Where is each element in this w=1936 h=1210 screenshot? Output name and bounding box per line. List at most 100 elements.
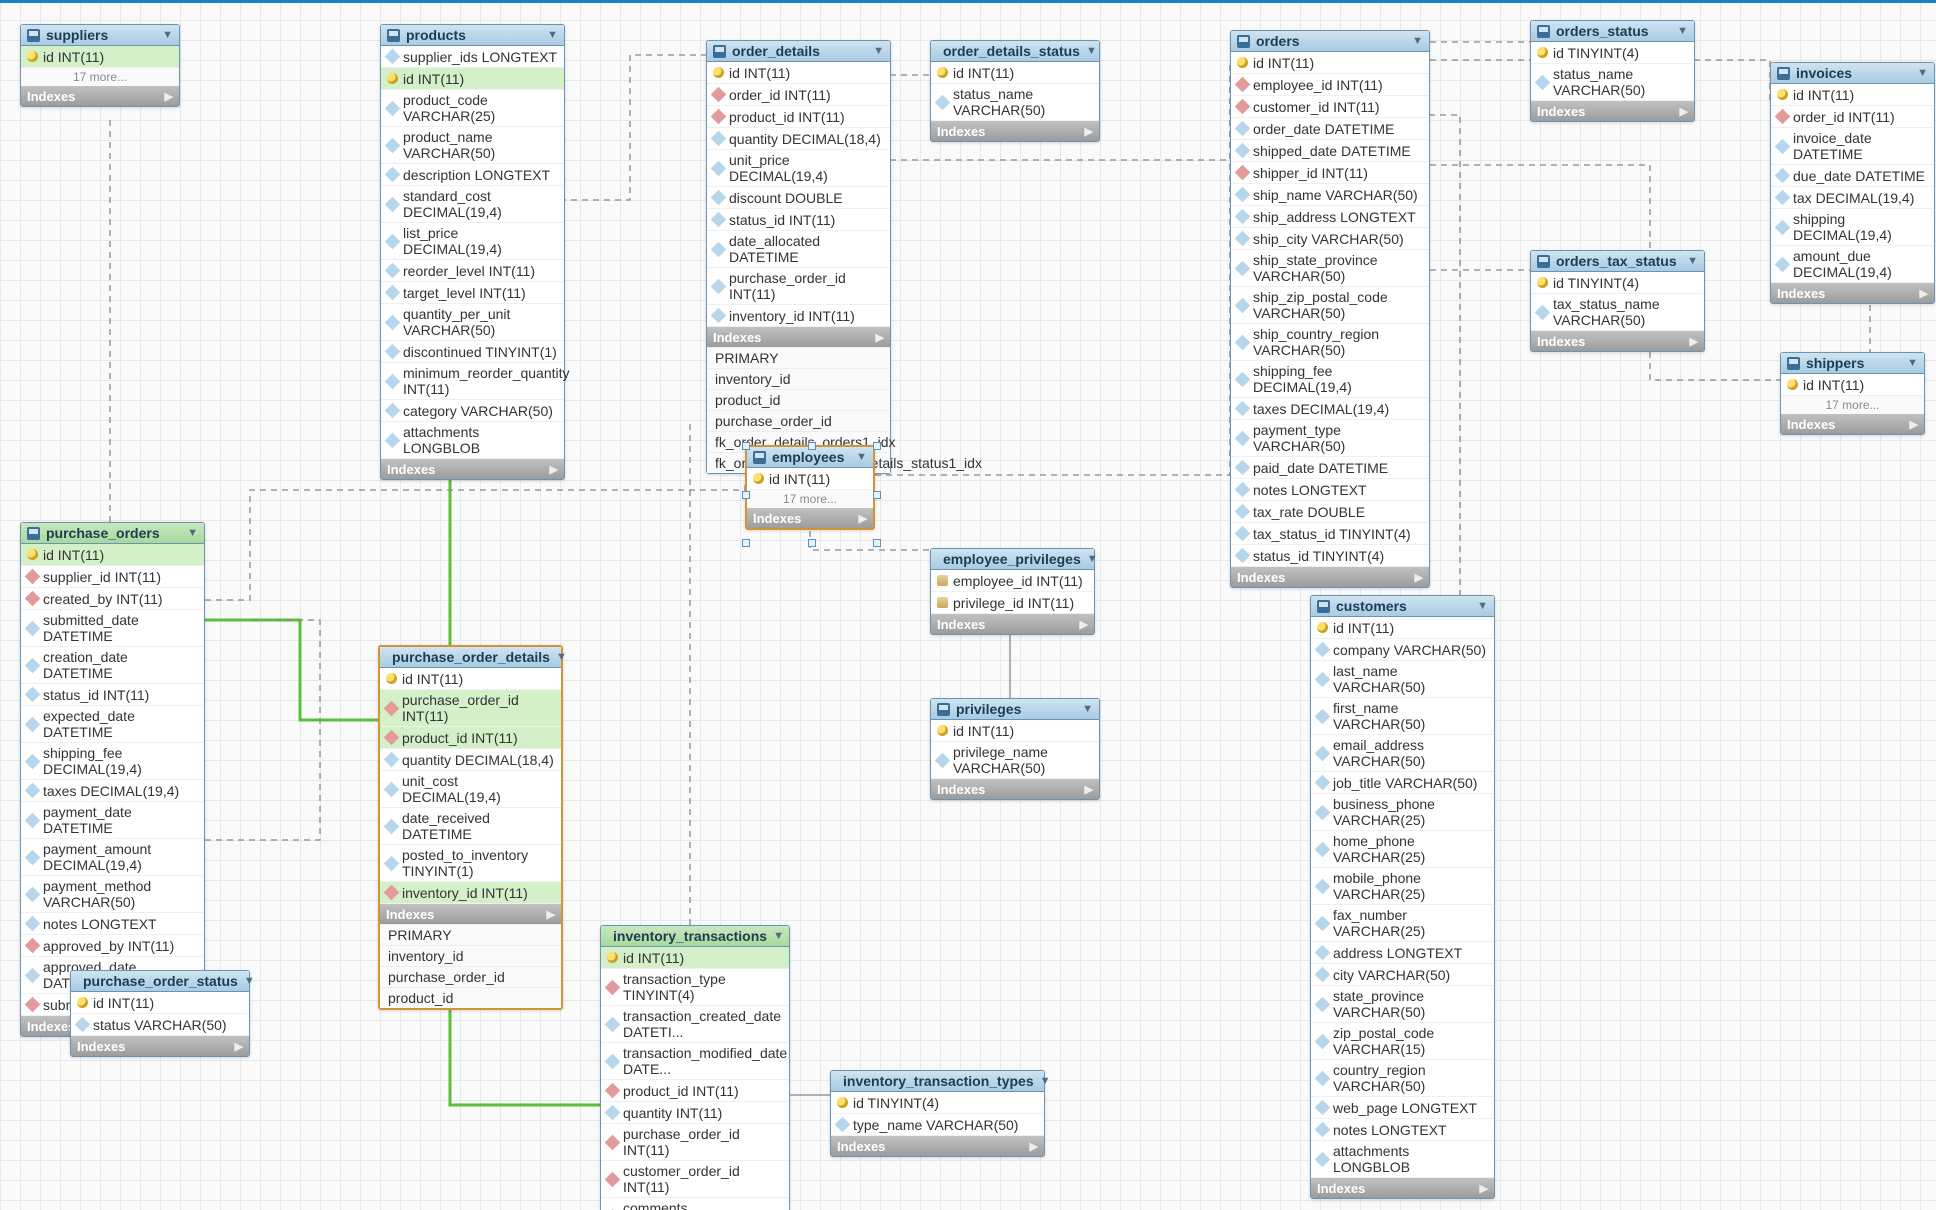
column-row[interactable]: ship_zip_postal_code VARCHAR(50) <box>1231 287 1429 324</box>
collapse-arrow-icon[interactable]: ▼ <box>1040 1075 1051 1087</box>
column-row[interactable]: id INT(11) <box>601 947 789 969</box>
more-columns-label[interactable]: 17 more... <box>21 68 179 86</box>
column-row[interactable]: inventory_id INT(11) <box>380 882 561 904</box>
collapse-arrow-icon[interactable]: ▼ <box>547 29 558 41</box>
column-row[interactable]: status_id TINYINT(4) <box>1231 545 1429 567</box>
indexes-header[interactable]: Indexes▶ <box>381 459 564 479</box>
column-row[interactable]: transaction_modified_date DATE... <box>601 1043 789 1080</box>
table-invoices[interactable]: invoices▼id INT(11)order_id INT(11)invoi… <box>1770 62 1935 304</box>
column-row[interactable]: shipping DECIMAL(19,4) <box>1771 209 1934 246</box>
column-row[interactable]: submitted_date DATETIME <box>21 610 204 647</box>
column-row[interactable]: id INT(11) <box>21 46 179 68</box>
column-row[interactable]: customer_id INT(11) <box>1231 96 1429 118</box>
collapse-arrow-icon[interactable]: ▼ <box>1687 255 1698 267</box>
column-row[interactable]: supplier_id INT(11) <box>21 566 204 588</box>
expand-arrow-icon[interactable]: ▶ <box>1480 1182 1488 1195</box>
table-header[interactable]: orders_tax_status▼ <box>1531 251 1704 272</box>
column-row[interactable]: status_id INT(11) <box>21 684 204 706</box>
column-row[interactable]: ship_address LONGTEXT <box>1231 206 1429 228</box>
collapse-arrow-icon[interactable]: ▼ <box>1086 45 1097 57</box>
expand-arrow-icon[interactable]: ▶ <box>235 1040 243 1053</box>
indexes-header[interactable]: Indexes▶ <box>931 121 1099 141</box>
column-row[interactable]: address LONGTEXT <box>1311 942 1494 964</box>
column-row[interactable]: transaction_type TINYINT(4) <box>601 969 789 1006</box>
column-row[interactable]: quantity DECIMAL(18,4) <box>380 749 561 771</box>
selection-handle[interactable] <box>873 491 881 499</box>
table-header[interactable]: inventory_transactions▼ <box>601 926 789 947</box>
table-header[interactable]: suppliers▼ <box>21 25 179 46</box>
collapse-arrow-icon[interactable]: ▼ <box>1477 600 1488 612</box>
table-orders_status[interactable]: orders_status▼id TINYINT(4)status_name V… <box>1530 20 1695 122</box>
expand-arrow-icon[interactable]: ▶ <box>1085 783 1093 796</box>
index-row[interactable]: purchase_order_id <box>707 410 890 431</box>
table-header[interactable]: products▼ <box>381 25 564 46</box>
table-order_details[interactable]: order_details▼id INT(11)order_id INT(11)… <box>706 40 891 474</box>
column-row[interactable]: order_id INT(11) <box>707 84 890 106</box>
collapse-arrow-icon[interactable]: ▼ <box>873 45 884 57</box>
column-row[interactable]: notes LONGTEXT <box>21 913 204 935</box>
column-row[interactable]: tax_rate DOUBLE <box>1231 501 1429 523</box>
table-employees[interactable]: employees▼id INT(11)17 more...Indexes▶ <box>745 445 875 530</box>
column-row[interactable]: payment_method VARCHAR(50) <box>21 876 204 913</box>
column-row[interactable]: email_address VARCHAR(50) <box>1311 735 1494 772</box>
index-row[interactable]: purchase_order_id <box>380 966 561 987</box>
column-row[interactable]: type_name VARCHAR(50) <box>831 1114 1044 1136</box>
collapse-arrow-icon[interactable]: ▼ <box>856 451 867 463</box>
column-row[interactable]: ship_state_province VARCHAR(50) <box>1231 250 1429 287</box>
table-purchase_order_status[interactable]: purchase_order_status▼id INT(11)status V… <box>70 970 250 1057</box>
expand-arrow-icon[interactable]: ▶ <box>859 512 867 525</box>
column-row[interactable]: minimum_reorder_quantity INT(11) <box>381 363 564 400</box>
column-row[interactable]: created_by INT(11) <box>21 588 204 610</box>
column-row[interactable]: shipper_id INT(11) <box>1231 162 1429 184</box>
expand-arrow-icon[interactable]: ▶ <box>876 331 884 344</box>
table-header[interactable]: order_details_status▼ <box>931 41 1099 62</box>
column-row[interactable]: id INT(11) <box>1311 617 1494 639</box>
collapse-arrow-icon[interactable]: ▼ <box>187 527 198 539</box>
column-row[interactable]: id INT(11) <box>931 62 1099 84</box>
table-header[interactable]: invoices▼ <box>1771 63 1934 84</box>
column-row[interactable]: standard_cost DECIMAL(19,4) <box>381 186 564 223</box>
column-row[interactable]: last_name VARCHAR(50) <box>1311 661 1494 698</box>
table-header[interactable]: employees▼ <box>747 447 873 468</box>
column-row[interactable]: payment_type VARCHAR(50) <box>1231 420 1429 457</box>
column-row[interactable]: id INT(11) <box>71 992 249 1014</box>
column-row[interactable]: product_id INT(11) <box>707 106 890 128</box>
expand-arrow-icon[interactable]: ▶ <box>1680 105 1688 118</box>
expand-arrow-icon[interactable]: ▶ <box>1920 287 1928 300</box>
more-columns-label[interactable]: 17 more... <box>747 490 873 508</box>
collapse-arrow-icon[interactable]: ▼ <box>1412 35 1423 47</box>
collapse-arrow-icon[interactable]: ▼ <box>1087 553 1098 565</box>
column-row[interactable]: id INT(11) <box>381 68 564 90</box>
collapse-arrow-icon[interactable]: ▼ <box>1907 357 1918 369</box>
expand-arrow-icon[interactable]: ▶ <box>1080 618 1088 631</box>
table-employee_privileges[interactable]: employee_privileges▼employee_id INT(11)p… <box>930 548 1095 635</box>
column-row[interactable]: id INT(11) <box>747 468 873 490</box>
expand-arrow-icon[interactable]: ▶ <box>1415 571 1423 584</box>
table-privileges[interactable]: privileges▼id INT(11)privilege_name VARC… <box>930 698 1100 800</box>
column-row[interactable]: product_name VARCHAR(50) <box>381 127 564 164</box>
collapse-arrow-icon[interactable]: ▼ <box>773 930 784 942</box>
table-inventory_transactions[interactable]: inventory_transactions▼id INT(11)transac… <box>600 925 790 1210</box>
indexes-header[interactable]: Indexes▶ <box>1231 567 1429 587</box>
column-row[interactable]: tax_status_id TINYINT(4) <box>1231 523 1429 545</box>
column-row[interactable]: id TINYINT(4) <box>1531 42 1694 64</box>
collapse-arrow-icon[interactable]: ▼ <box>244 975 255 987</box>
column-row[interactable]: id INT(11) <box>380 668 561 690</box>
column-row[interactable]: posted_to_inventory TINYINT(1) <box>380 845 561 882</box>
indexes-header[interactable]: Indexes▶ <box>1771 283 1934 303</box>
index-row[interactable]: product_id <box>707 389 890 410</box>
collapse-arrow-icon[interactable]: ▼ <box>1082 703 1093 715</box>
column-row[interactable]: supplier_ids LONGTEXT <box>381 46 564 68</box>
column-row[interactable]: notes LONGTEXT <box>1231 479 1429 501</box>
selection-handle[interactable] <box>742 491 750 499</box>
column-row[interactable]: ship_country_region VARCHAR(50) <box>1231 324 1429 361</box>
column-row[interactable]: expected_date DATETIME <box>21 706 204 743</box>
table-suppliers[interactable]: suppliers▼id INT(11)17 more...Indexes▶ <box>20 24 180 107</box>
column-row[interactable]: shipped_date DATETIME <box>1231 140 1429 162</box>
column-row[interactable]: unit_price DECIMAL(19,4) <box>707 150 890 187</box>
column-row[interactable]: transaction_created_date DATETI... <box>601 1006 789 1043</box>
table-header[interactable]: inventory_transaction_types▼ <box>831 1071 1044 1092</box>
column-row[interactable]: purchase_order_id INT(11) <box>707 268 890 305</box>
column-row[interactable]: mobile_phone VARCHAR(25) <box>1311 868 1494 905</box>
table-header[interactable]: privileges▼ <box>931 699 1099 720</box>
